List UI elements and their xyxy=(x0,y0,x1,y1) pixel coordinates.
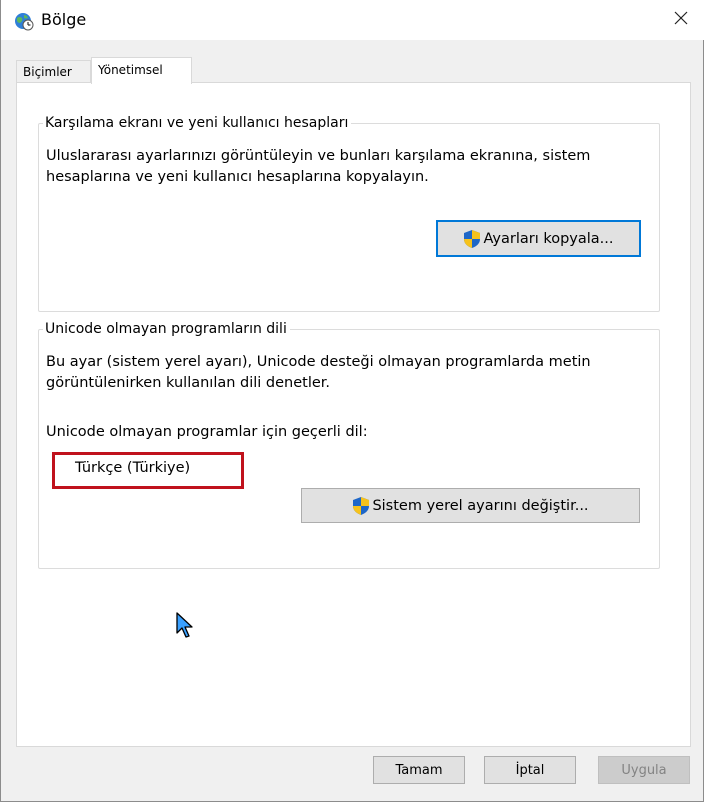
copy-settings-button[interactable]: Ayarları kopyala... xyxy=(436,220,641,257)
current-language-value: Türkçe (Türkiye) xyxy=(75,460,191,476)
tab-yonetimsel[interactable]: Yönetimsel xyxy=(91,57,192,84)
close-button[interactable] xyxy=(658,0,704,36)
cancel-button[interactable]: İptal xyxy=(484,756,576,784)
tab-bicimler[interactable]: Biçimler xyxy=(16,60,91,82)
apply-button[interactable]: Uygula xyxy=(598,756,690,784)
close-icon xyxy=(674,11,688,25)
welcome-group-description: Uluslararası ayarlarınızı görüntüleyin v… xyxy=(46,146,636,188)
current-language-label: Unicode olmayan programlar için geçerli … xyxy=(46,424,368,440)
unicode-desc-line2: görüntülenirken kullanılan dili denetler… xyxy=(46,375,331,391)
unicode-desc-line1: Bu ayar (sistem yerel ayarı), Unicode de… xyxy=(46,354,591,370)
unicode-group-description: Bu ayar (sistem yerel ayarı), Unicode de… xyxy=(46,352,636,394)
tab-panel-yonetimsel: Karşılama ekranı ve yeni kullanıcı hesap… xyxy=(16,82,691,747)
copy-settings-label: Ayarları kopyala... xyxy=(483,230,614,247)
uac-shield-icon xyxy=(353,496,370,515)
globe-clock-icon xyxy=(15,13,34,31)
window-title: Bölge xyxy=(41,10,87,29)
unicode-group-title: Unicode olmayan programların dili xyxy=(43,320,290,338)
ok-button[interactable]: Tamam xyxy=(373,756,465,784)
uac-shield-icon xyxy=(464,229,481,248)
change-system-locale-label: Sistem yerel ayarını değiştir... xyxy=(372,497,589,514)
region-dialog: Bölge Biçimler Yönetimsel Karşılama ekra… xyxy=(0,0,704,802)
title-bar: Bölge xyxy=(1,0,704,40)
welcome-desc-line1: Uluslararası ayarlarınızı görüntüleyin v… xyxy=(46,148,591,164)
change-system-locale-button[interactable]: Sistem yerel ayarını değiştir... xyxy=(301,488,640,523)
welcome-desc-line2: hesaplarına ve yeni kullanıcı hesapların… xyxy=(46,169,429,185)
welcome-group-title: Karşılama ekranı ve yeni kullanıcı hesap… xyxy=(43,114,352,132)
mouse-pointer-icon xyxy=(176,612,193,638)
